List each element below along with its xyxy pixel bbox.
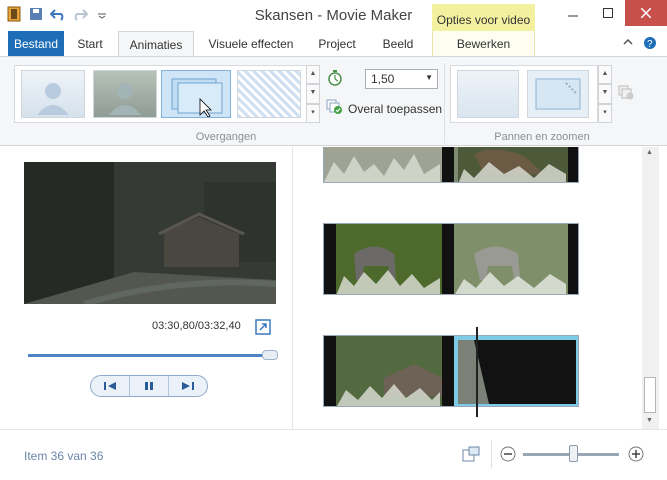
ribbon: ▲ ▼ ▾ 1,50 ▼ Overal toepassen Overgangen ▲…: [0, 56, 667, 146]
playback-controls: [90, 375, 208, 397]
seek-slider-track[interactable]: [28, 354, 272, 357]
preview-pane: 03:30,80/03:32,40: [0, 147, 293, 429]
fullscreen-icon[interactable]: [255, 319, 271, 335]
storyboard-scrollbar[interactable]: ▲ ▼: [642, 147, 659, 429]
close-icon[interactable]: [625, 0, 667, 26]
tab-project[interactable]: Project: [308, 31, 366, 56]
previous-frame-button[interactable]: [91, 376, 130, 396]
playhead[interactable]: [476, 327, 478, 417]
transitions-gallery: [14, 65, 320, 123]
pan-zoom-thumb-auto[interactable]: [527, 70, 589, 118]
help-icon[interactable]: ?: [643, 36, 657, 53]
transitions-group-label: Overgangen: [195, 131, 257, 143]
next-frame-button[interactable]: [169, 376, 207, 396]
apply-all-label: Overal toepassen: [348, 101, 443, 116]
maximize-icon[interactable]: [590, 0, 625, 26]
tab-view[interactable]: Beeld: [370, 31, 426, 56]
tab-visual-effects[interactable]: Visuele effecten: [198, 31, 304, 56]
duration-select[interactable]: 1,50 ▼: [365, 69, 438, 89]
scrollbar-thumb[interactable]: [644, 377, 656, 413]
item-counter: Item 36 van 36: [24, 449, 104, 463]
pan-zoom-thumb-none[interactable]: [457, 70, 519, 118]
zoom-in-icon[interactable]: [628, 446, 644, 465]
storyboard-clip[interactable]: [323, 147, 579, 183]
pan-zoom-gallery: [450, 65, 598, 123]
title-bar: Skansen - Movie Maker Opties voor video: [0, 0, 667, 32]
transitions-gallery-scroll[interactable]: ▲ ▼ ▾: [306, 65, 320, 123]
zoom-out-icon[interactable]: [500, 446, 516, 465]
window-controls: [555, 0, 667, 26]
svg-text:?: ?: [647, 39, 653, 50]
help-area: ?: [623, 36, 657, 53]
tab-animations[interactable]: Animaties: [118, 31, 194, 57]
apply-all-button[interactable]: Overal toepassen: [326, 99, 442, 118]
video-preview: [24, 162, 276, 304]
storyboard-clip[interactable]: [323, 335, 579, 407]
zoom-slider-thumb[interactable]: [569, 445, 578, 462]
minimize-icon[interactable]: [555, 0, 590, 26]
thumbnail-size-icon[interactable]: [462, 446, 480, 465]
transition-thumb-dissolve[interactable]: [237, 70, 301, 118]
pan-zoom-gallery-scroll[interactable]: ▲ ▼ ▾: [598, 65, 612, 123]
pause-button[interactable]: [130, 376, 169, 396]
storyboard-clip[interactable]: [323, 223, 579, 295]
duration-icon: [326, 69, 344, 87]
tab-start[interactable]: Start: [66, 31, 114, 56]
pan-zoom-apply-icon[interactable]: [618, 85, 634, 104]
ribbon-tabs: Bestand Start Animaties Visuele effecten…: [0, 31, 667, 57]
scroll-up-icon[interactable]: ▲: [646, 149, 653, 156]
duration-value: 1,50: [371, 72, 395, 86]
transition-thumb-fade[interactable]: [93, 70, 157, 118]
zoom-control: [500, 444, 650, 464]
chevron-down-icon: ▼: [425, 73, 433, 82]
tab-file[interactable]: Bestand: [8, 31, 64, 56]
transition-thumb-none[interactable]: [21, 70, 85, 118]
collapse-ribbon-icon[interactable]: [623, 36, 633, 53]
seek-slider-thumb[interactable]: [261, 350, 278, 360]
timecode: 03:30,80/03:32,40: [152, 320, 241, 332]
storyboard: [294, 147, 642, 429]
status-bar: Item 36 van 36: [0, 429, 667, 480]
transition-thumb-crossfade[interactable]: [161, 70, 231, 118]
status-divider: [491, 440, 492, 468]
tab-edit[interactable]: Bewerken: [432, 31, 535, 56]
context-tab-header: Opties voor video: [432, 4, 535, 32]
scroll-down-icon[interactable]: ▼: [646, 417, 653, 424]
apply-all-icon: [326, 99, 344, 118]
pan-zoom-group-label: Pannen en zoomen: [494, 131, 590, 143]
